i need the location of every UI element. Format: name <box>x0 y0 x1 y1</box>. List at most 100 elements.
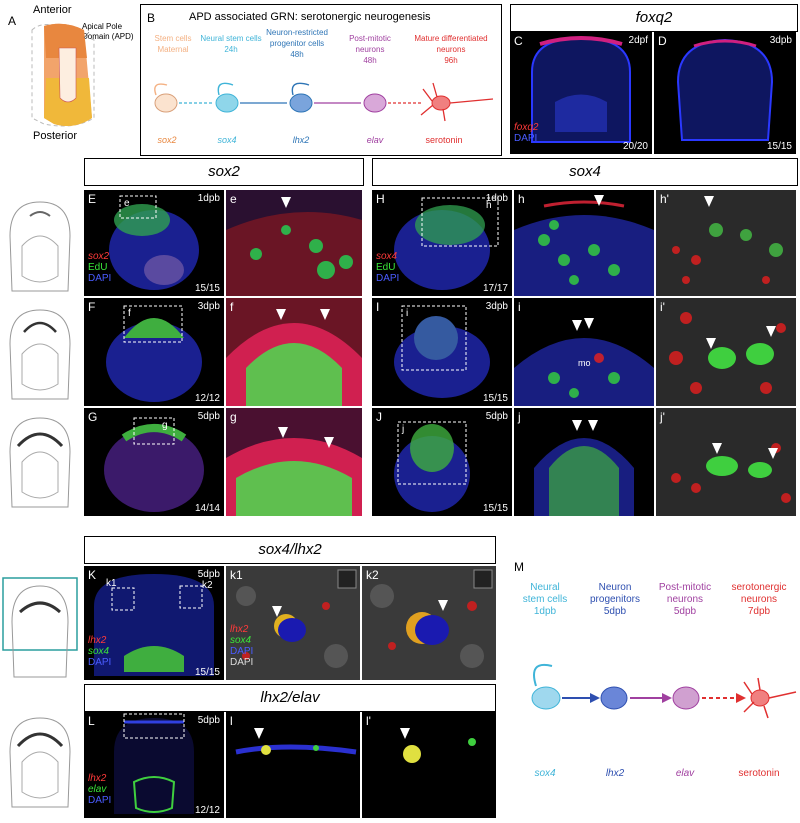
panel-k-stage: 5dpb <box>197 569 220 580</box>
legend-dapi-k1: DAPI <box>230 646 254 657</box>
arrowhead-i-prime2 <box>766 326 776 337</box>
panel-letter-d: D <box>658 34 667 48</box>
arrowhead-e <box>281 197 291 208</box>
m-stage-3-line2: neurons <box>740 594 778 605</box>
panel-b: B APD associated GRN: serotonergic neuro… <box>140 4 502 156</box>
stage-3-line1: Post-mitotic neurons <box>349 34 391 54</box>
legend-lhx2-k1: lhx2 <box>230 624 249 635</box>
zoom-j-prime-label: j' <box>660 410 665 424</box>
foxq2-header: foxq2 <box>510 4 798 32</box>
panel-i-count: 15/15 <box>482 393 508 404</box>
m-stage-3-line1: serotonergic <box>731 582 787 593</box>
panel-g-micrograph: G g 5dpb 14/14 <box>84 408 224 516</box>
arrowhead-j1 <box>572 420 582 431</box>
gene-sox2: sox2 <box>157 135 177 145</box>
panel-l-micrograph: L 5dpb 12/12 lhx2 elav DAPI <box>84 712 224 818</box>
legend-dapi-k: DAPI <box>88 657 112 668</box>
panel-letter-m: M <box>514 560 524 574</box>
panel-letter-k: K <box>88 568 97 582</box>
panel-d-stage: 3dpb <box>769 35 792 46</box>
legend-sox4: sox4 <box>376 251 398 262</box>
panel-letter-j: J <box>376 410 382 424</box>
panel-g-count: 14/14 <box>194 503 220 514</box>
panel-l-count: 12/12 <box>194 805 220 816</box>
panel-h-count: 17/17 <box>482 283 508 294</box>
gene-serotonin: serotonin <box>425 135 463 145</box>
m-stage-1-line3: 5dpb <box>603 606 627 617</box>
lhx2-elav-header: lhx2/elav <box>84 684 496 712</box>
panel-d-micrograph: D 3dpb 15/15 <box>654 32 796 154</box>
legend-dapi-grey-k1: DAPI <box>230 657 254 668</box>
legend-foxq2: foxq2 <box>514 122 539 133</box>
panel-letter-e: E <box>88 192 97 206</box>
larva-schematic-row3 <box>9 417 71 508</box>
panel-k2-zoom: k2 <box>362 566 496 680</box>
panel-letter-c: C <box>514 34 523 48</box>
m-stage-0-line2: stem cells <box>522 594 568 605</box>
legend-dapi-e: DAPI <box>88 273 112 284</box>
larva-schematic-row1 <box>9 201 71 292</box>
zoom-j-label: j <box>518 410 521 424</box>
arrowhead-i2 <box>584 318 594 329</box>
embryo-schematic <box>31 23 95 127</box>
panel-c-micrograph: C 2dpf 20/20 foxq2 DAPI <box>510 32 652 154</box>
panel-letter-l: L <box>88 714 95 728</box>
zoom-i-prime-label: i' <box>660 300 665 314</box>
panel-k-micrograph: K k1 k2 5dpb 15/15 lhx2 sox4 DAPI <box>84 566 224 680</box>
legend-sox4-k1: sox4 <box>230 635 252 646</box>
inset-e-label: e <box>124 198 130 209</box>
larva-schematic-row4 <box>2 577 78 678</box>
legend-lhx2-l: lhx2 <box>88 773 107 784</box>
panel-f-micrograph: F f 3dpb 12/12 <box>84 298 224 406</box>
m-gene-lhx2: lhx2 <box>605 768 625 779</box>
m-stage-2-line3: 5dpb <box>673 606 697 617</box>
panel-h-micrograph: H h 1dpb 17/17 sox4 EdU DAPI <box>372 190 512 296</box>
panel-e-stage: 1dpb <box>197 193 220 204</box>
m-stage-0-line3: 1dpb <box>533 606 557 617</box>
arrowhead-k2 <box>438 600 448 611</box>
sox4-lhx2-header: sox4/lhx2 <box>84 536 496 564</box>
arrowhead-k1 <box>272 606 282 617</box>
inset-f-label: f <box>128 308 131 319</box>
stage-2-line1: Neuron-restricted progenitor cells <box>266 28 328 48</box>
gene-lhx2: lhx2 <box>292 135 310 145</box>
sox4-header: sox4 <box>372 158 798 186</box>
legend-elav-l: elav <box>88 784 107 795</box>
panel-letter-b: B <box>147 11 156 25</box>
panel-f-count: 12/12 <box>194 393 220 404</box>
legend-edu: EdU <box>88 262 108 273</box>
legend-lhx2-k: lhx2 <box>88 635 107 646</box>
panel-f-stage: 3dpb <box>197 301 220 312</box>
stage-1-line2: 24h <box>224 45 238 54</box>
zoom-i-label: i <box>518 300 521 314</box>
panel-j-micrograph: J j 5dpb 15/15 <box>372 408 512 516</box>
zoom-h-prime-label: h' <box>660 192 669 206</box>
panel-i-micrograph: I i 3dpb 15/15 <box>372 298 512 406</box>
zoom-e-label: e <box>230 192 237 206</box>
stage-1-line1: Neural stem cells <box>200 34 262 43</box>
legend-edu-h: EdU <box>376 262 396 273</box>
mouth-label: mo <box>578 358 591 368</box>
arrowhead-f1 <box>276 309 286 320</box>
sox2-header: sox2 <box>84 158 364 186</box>
zoom-l-label: l <box>230 714 233 728</box>
m-stage-1-line2: progenitors <box>589 594 641 605</box>
panel-g-stage: 5dpb <box>197 411 220 422</box>
panel-f-zoom: f <box>226 298 362 406</box>
panel-e-count: 15/15 <box>194 283 220 294</box>
panel-i-3d: i' <box>656 298 796 406</box>
panel-l-zoom: l <box>226 712 360 818</box>
arrowhead-j-prime1 <box>712 443 722 454</box>
m-stage-2-line1: Post-mitotic <box>658 582 712 593</box>
stage-0-line1: Stem cells <box>154 34 192 43</box>
panel-e-zoom: e <box>226 190 362 296</box>
inset-k1-label: k1 <box>106 578 117 589</box>
panel-letter-h: H <box>376 192 385 206</box>
m-cell-diagram <box>531 664 797 719</box>
gene-sox4: sox4 <box>217 135 237 145</box>
larva-schematic-row2 <box>9 309 71 400</box>
arrowhead-g2 <box>324 437 334 448</box>
panel-i-stage: 3dpb <box>485 301 508 312</box>
panel-j-3d: j' <box>656 408 796 516</box>
legend-sox2: sox2 <box>88 251 110 262</box>
